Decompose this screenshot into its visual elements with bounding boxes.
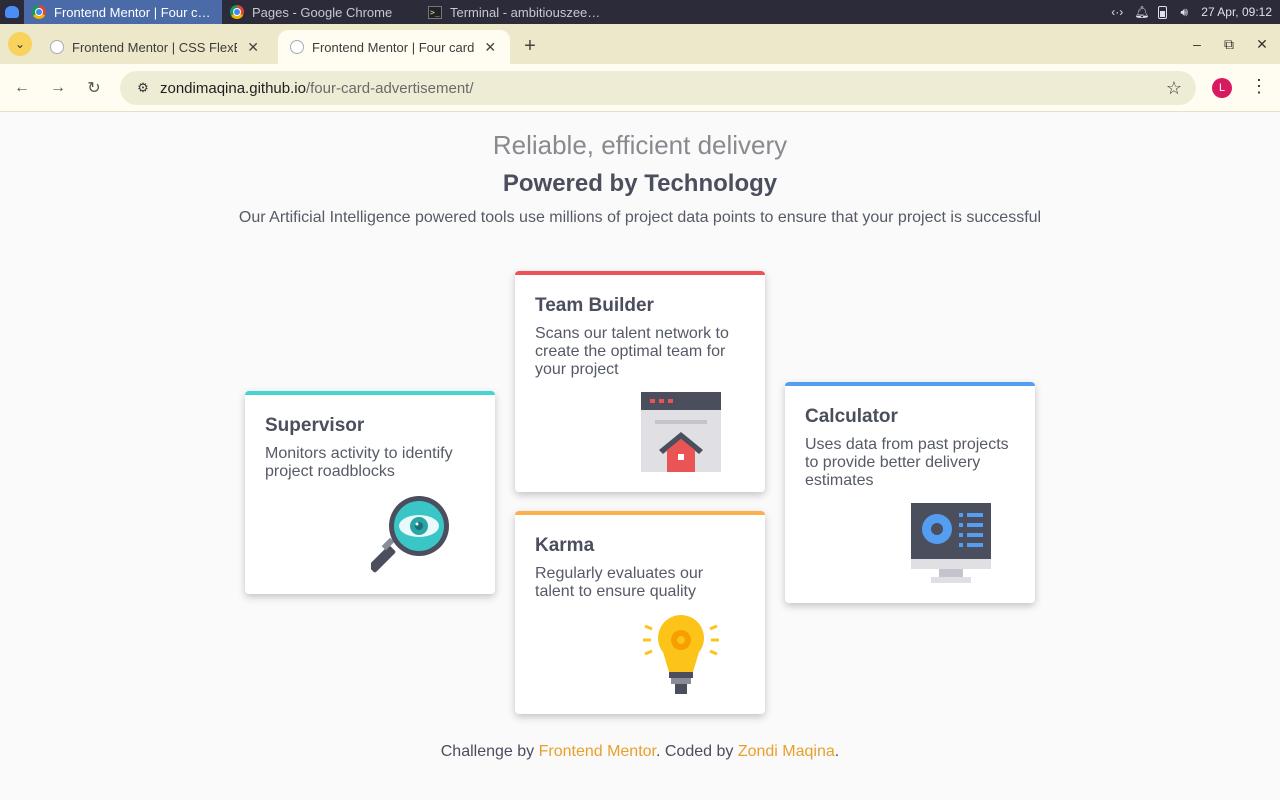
- notification-bell-icon[interactable]: 🔔︎: [1134, 5, 1149, 19]
- card-title: Supervisor: [265, 415, 365, 436]
- battery-icon[interactable]: [1158, 5, 1168, 19]
- bookmark-star-icon[interactable]: ☆: [1166, 78, 1182, 99]
- monitor-dashboard-icon: [911, 503, 991, 583]
- intro-text: Our Artificial Intelligence powered tool…: [238, 209, 1042, 226]
- network-icon[interactable]: ‹·›: [1110, 5, 1124, 19]
- tab-title: Frontend Mentor | Four card f: [312, 39, 475, 55]
- taskbar-task-terminal[interactable]: >_ Terminal - ambitiouszee@X...: [420, 0, 618, 24]
- lightbulb-icon: [643, 615, 719, 694]
- frontend-mentor-favicon-icon: [50, 40, 64, 54]
- url-text[interactable]: zondimaqina.github.io/four-card-advertis…: [160, 80, 474, 97]
- site-info-icon[interactable]: ⚙: [130, 75, 156, 101]
- reload-icon[interactable]: ↻: [76, 70, 112, 106]
- tab-css-flexbox[interactable]: Frontend Mentor | CSS FlexBo ✕: [38, 30, 273, 64]
- task-label: Pages - Google Chrome: [252, 4, 393, 20]
- taskbar-task-pages[interactable]: Pages - Google Chrome: [222, 0, 420, 24]
- close-tab-icon[interactable]: ✕: [245, 39, 261, 56]
- os-menu-button[interactable]: [0, 0, 24, 24]
- tab-search-button[interactable]: ⌄: [8, 32, 32, 56]
- card-karma: Karma Regularly evaluates our talent to …: [515, 511, 765, 714]
- attribution-suffix: .: [834, 743, 840, 760]
- address-bar[interactable]: ⚙ zondimaqina.github.io/four-card-advert…: [120, 71, 1196, 105]
- terminal-icon: >_: [428, 5, 442, 19]
- page-subheading: Reliable, efficient delivery: [492, 130, 788, 160]
- card-text: Monitors activity to identify project ro…: [265, 445, 453, 480]
- new-tab-button[interactable]: +: [520, 36, 540, 56]
- card-team-builder: Team Builder Scans our talent network to…: [515, 271, 765, 492]
- chevron-down-icon: ⌄: [14, 37, 26, 51]
- taskbar-task-frontend-mentor[interactable]: Frontend Mentor | Four car...: [24, 0, 222, 24]
- chrome-icon: [230, 5, 244, 19]
- volume-icon[interactable]: 🔊︎: [1177, 5, 1191, 20]
- tab-four-card[interactable]: Frontend Mentor | Four card f ✕: [278, 30, 510, 64]
- author-link[interactable]: Zondi Maqina: [738, 743, 835, 760]
- os-logo-icon: [5, 6, 19, 18]
- close-tab-icon[interactable]: ✕: [483, 39, 498, 56]
- profile-avatar[interactable]: L: [1212, 78, 1232, 98]
- forward-icon[interactable]: →: [40, 70, 76, 106]
- web-page: Reliable, efficient delivery Powered by …: [0, 112, 1280, 800]
- os-taskbar: Frontend Mentor | Four car... Pages - Go…: [0, 0, 1280, 24]
- minimize-window-icon[interactable]: –: [1187, 36, 1207, 52]
- browser-menu-icon[interactable]: ⋮: [1250, 76, 1268, 97]
- card-supervisor: Supervisor Monitors activity to identify…: [245, 391, 495, 594]
- card-title: Calculator: [805, 406, 898, 427]
- url-path: /four-card-advertisement/: [305, 79, 474, 97]
- browser-tab-strip: ⌄ Frontend Mentor | CSS FlexBo ✕ Fronten…: [0, 24, 1280, 64]
- back-icon[interactable]: ←: [4, 70, 40, 106]
- card-text: Scans our talent network to create the o…: [535, 325, 729, 378]
- card-calculator: Calculator Uses data from past projects …: [785, 382, 1035, 603]
- website-builder-icon: [641, 392, 721, 472]
- frontend-mentor-favicon-icon: [290, 40, 304, 54]
- attribution-middle: . Coded by: [656, 743, 738, 760]
- task-label: Terminal - ambitiouszee@X...: [450, 4, 610, 20]
- card-title: Karma: [535, 535, 595, 556]
- attribution: Challenge by Frontend Mentor. Coded by Z…: [0, 743, 1280, 761]
- card-text: Regularly evaluates our talent to ensure…: [535, 565, 704, 600]
- restore-window-icon[interactable]: ⧉: [1219, 36, 1239, 53]
- browser-toolbar: ← → ↻ ⚙ zondimaqina.github.io/four-card-…: [0, 64, 1280, 112]
- frontend-mentor-link[interactable]: Frontend Mentor: [539, 743, 656, 760]
- system-tray: ‹·› 🔔︎ 🔊︎ 27 Apr, 09:12: [1110, 5, 1280, 20]
- clock[interactable]: 27 Apr, 09:12: [1201, 5, 1272, 19]
- card-title: Team Builder: [535, 295, 654, 316]
- page-title: Powered by Technology: [502, 170, 778, 197]
- close-window-icon[interactable]: ✕: [1252, 36, 1272, 53]
- url-host: zondimaqina.github.io: [160, 79, 306, 97]
- magnifying-glass-eye-icon: [371, 496, 449, 573]
- task-label: Frontend Mentor | Four car...: [54, 4, 214, 20]
- card-text: Uses data from past projects to provide …: [805, 436, 1009, 489]
- tab-title: Frontend Mentor | CSS FlexBo: [72, 39, 238, 55]
- attribution-prefix: Challenge by: [440, 743, 539, 760]
- chrome-icon: [32, 5, 46, 19]
